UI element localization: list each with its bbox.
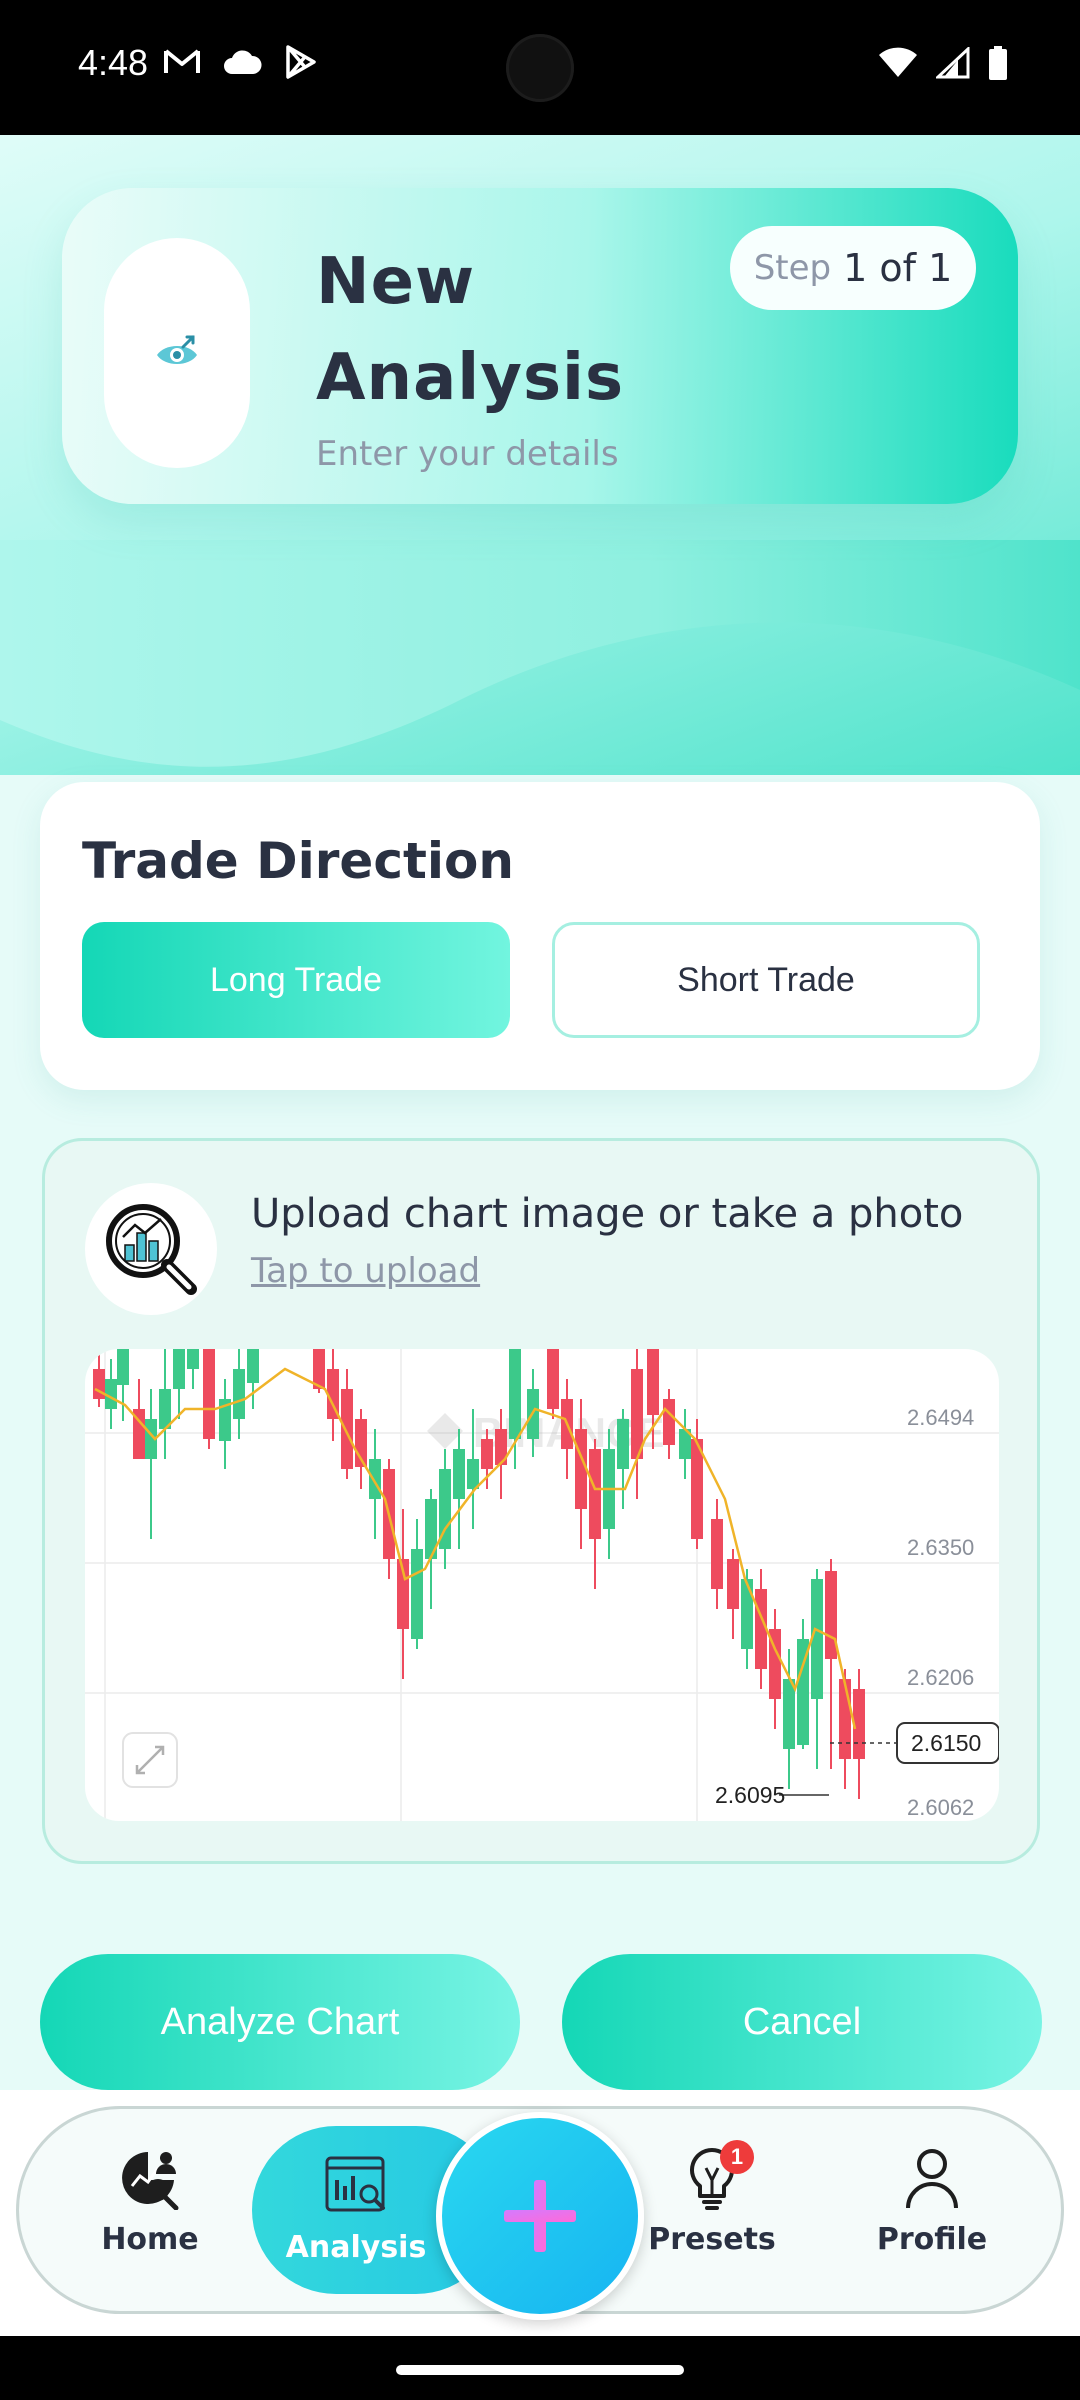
low-price-label: 2.6095	[715, 1782, 785, 1808]
candle-body	[233, 1369, 245, 1419]
long-trade-button[interactable]: Long Trade	[82, 922, 510, 1038]
candle-body	[411, 1549, 423, 1639]
chart-preview-image: BINANCE 2.6494 2.6350 2.6206 2.6062 2.61…	[85, 1349, 999, 1821]
candle-body	[159, 1389, 171, 1429]
analyze-chart-button[interactable]: Analyze Chart	[40, 1954, 520, 2090]
short-trade-button[interactable]: Short Trade	[552, 922, 980, 1038]
eye-analysis-icon	[157, 335, 197, 364]
candle-body	[741, 1579, 753, 1649]
magnifier-chart-icon	[106, 1204, 197, 1295]
candle-body	[187, 1349, 199, 1369]
trade-direction-card: Trade Direction Long Trade Short Trade	[40, 782, 1040, 1090]
nav-item-home[interactable]: Home	[70, 2146, 230, 2276]
candle-body	[589, 1449, 601, 1539]
signal-icon	[936, 47, 970, 79]
cloud-icon	[224, 50, 262, 74]
candle-body	[369, 1459, 381, 1499]
plus-icon	[504, 2180, 576, 2252]
tap-to-upload-link[interactable]: Tap to upload	[251, 1251, 480, 1291]
step-count: 1 of 1	[843, 246, 953, 290]
gmail-icon	[164, 49, 200, 73]
candle-body	[825, 1571, 837, 1659]
status-icons-left	[162, 44, 318, 80]
step-indicator: Step 1 of 1	[730, 226, 976, 310]
cancel-button[interactable]: Cancel	[562, 1954, 1042, 2090]
candle-body	[547, 1349, 559, 1409]
status-time: 4:48	[78, 42, 149, 83]
trade-direction-title: Trade Direction	[82, 832, 514, 890]
step-label: Step	[753, 248, 832, 288]
candle-body	[117, 1349, 129, 1385]
page-title: New Analysis	[316, 245, 625, 415]
candle-body	[453, 1449, 465, 1499]
candle-body	[617, 1419, 629, 1469]
nav-item-presets[interactable]: Presets	[632, 2146, 792, 2276]
wifi-icon	[879, 47, 917, 77]
status-bar: 4:48	[0, 0, 1080, 135]
upload-chart-card[interactable]: Upload chart image or take a photo Tap t…	[42, 1138, 1040, 1864]
header-wave	[0, 540, 1080, 767]
candle-body	[663, 1399, 675, 1445]
analysis-icon	[325, 2156, 385, 2211]
gesture-handle[interactable]	[396, 2365, 684, 2375]
price-level-2: 2.6350	[907, 1535, 974, 1560]
status-icons-right	[878, 46, 1008, 80]
price-level-4: 2.6062	[907, 1795, 974, 1820]
candle-body	[839, 1679, 851, 1759]
current-price-label: 2.6150	[911, 1730, 981, 1756]
page-subtitle: Enter your details	[316, 434, 619, 474]
camera-cutout	[506, 34, 574, 102]
candle-body	[727, 1559, 739, 1609]
play-store-icon	[286, 45, 316, 79]
candle-body	[647, 1349, 659, 1415]
candle-body	[467, 1459, 479, 1489]
upload-prompt: Upload chart image or take a photo	[251, 1191, 964, 1237]
nav-item-profile[interactable]: Profile	[852, 2146, 1012, 2276]
candle-body	[247, 1349, 259, 1383]
candle-body	[481, 1439, 493, 1469]
chart-preview: BINANCE 2.6494 2.6350 2.6206 2.6062 2.61…	[85, 1349, 999, 1821]
expand-button[interactable]	[122, 1732, 178, 1788]
nav-label-presets: Presets	[648, 2222, 776, 2257]
candle-body	[203, 1349, 215, 1439]
nav-label-analysis: Analysis	[285, 2229, 427, 2265]
battery-icon	[989, 46, 1007, 80]
price-level-1: 2.6494	[907, 1405, 974, 1430]
profile-icon	[906, 2149, 958, 2209]
candle-body	[711, 1519, 723, 1589]
new-analysis-header-card: New Analysis Enter your details Step 1 o…	[62, 188, 1018, 504]
candle-body	[509, 1349, 521, 1439]
price-level-3: 2.6206	[907, 1665, 974, 1690]
candle-body	[341, 1389, 353, 1469]
candle-body	[783, 1679, 795, 1749]
header-icon-container	[104, 238, 250, 468]
presets-notification-badge: 1	[720, 2140, 754, 2174]
nav-label-home: Home	[101, 2222, 199, 2257]
candle-body	[173, 1349, 185, 1389]
nav-label-profile: Profile	[876, 2222, 988, 2257]
add-fab-button[interactable]	[436, 2112, 644, 2320]
upload-icon-container	[85, 1183, 217, 1315]
home-analytics-icon	[122, 2152, 179, 2210]
